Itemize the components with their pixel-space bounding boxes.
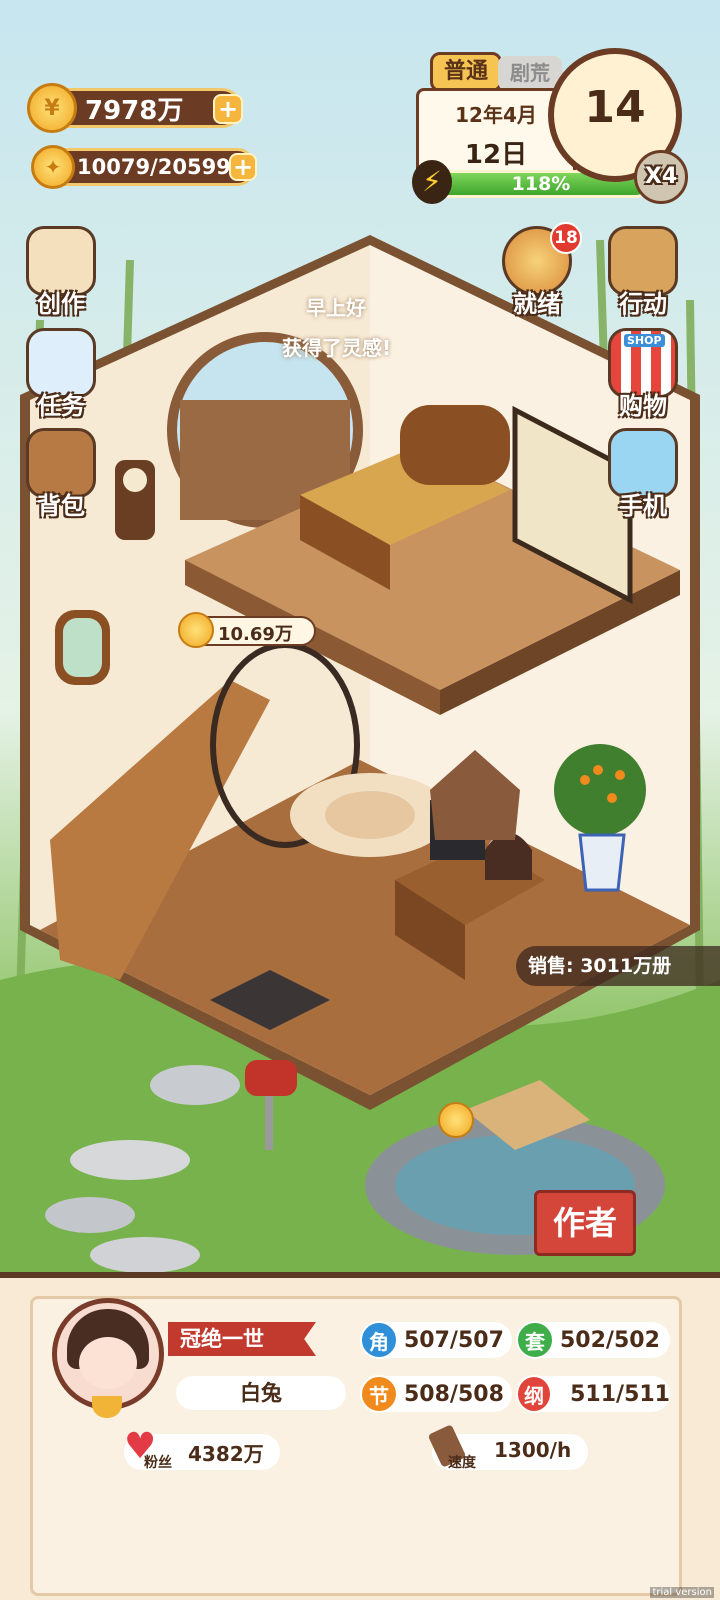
shop-button[interactable]: SHOP 购物 [600,328,686,420]
setting-value: 502/502 [560,1327,660,1353]
fans-label: 粉丝 [144,1455,172,1471]
phone-label: 手机 [619,492,667,520]
character-badge: 角 [360,1321,398,1359]
create-label: 创作 [37,290,85,318]
coin-icon [178,612,214,648]
ready-badge-count: 18 [554,228,578,248]
author-label: 作者 [552,1204,617,1242]
chapter-value: 508/508 [404,1381,504,1407]
coins-value: 7978万 [85,95,184,126]
create-button[interactable]: 创作 [18,226,104,318]
stat-setting: 套 502/502 [516,1321,670,1359]
stat-chapter: 节 508/508 [360,1375,512,1413]
lightbulb-icon: ✦ [31,145,75,189]
phone-button[interactable]: 手机 [600,428,686,520]
setting-badge: 套 [516,1321,554,1359]
coin-icon: ¥ [27,83,77,133]
chapter-badge: 节 [360,1375,398,1413]
speed-toggle[interactable]: X4 [634,150,688,204]
difficulty-label: 普通 [443,59,488,84]
inspiration-value: 10079/20599 [77,155,231,179]
profile-panel: 冠绝一世 白兔 角 507/507 套 502/502 节 508/508 纲 … [0,1272,720,1600]
outline-value: 511/511 [570,1381,670,1407]
author-button[interactable]: 作者 [534,1190,636,1256]
tasks-button[interactable]: 任务 [18,328,104,420]
outline-badge: 纲 [516,1375,553,1413]
speed-label: 速度 [448,1455,476,1471]
sales-text: 销售: 3011万册 [528,955,672,977]
ready-button[interactable]: 就绪 18 [494,222,582,318]
backpack-label: 背包 [37,492,85,520]
name-box: 白兔 [176,1376,346,1410]
title-text: 冠绝一世 [180,1327,264,1351]
calendar-panel[interactable]: 普通 剧荒 12年4月 12日 118% ⚡ 14 X4 [412,48,702,214]
greeting-text: 早上好 [306,296,366,320]
floating-coins-value: 10.69万 [218,624,293,645]
inspiration-bar: ✦ 10079/20599 + [31,145,257,189]
action-button[interactable]: 行动 [600,226,686,318]
lightning-icon: ⚡ [412,160,452,204]
fans-value: 4382万 [188,1442,264,1466]
speed-multiplier: X4 [644,164,678,189]
watermark-text: trial version [650,1587,714,1598]
fans-row: ♥ 粉丝 4382万 [124,1429,280,1471]
clock-number: 14 [584,82,646,133]
shop-label: 购物 [619,392,667,420]
pond-lightbulb-icon[interactable] [438,1102,474,1138]
stat-character: 角 507/507 [360,1321,512,1359]
stat-outline: 纲 511/511 [516,1375,670,1413]
character-value: 507/507 [404,1327,504,1353]
speed-row: 速度 1300/h [427,1424,588,1471]
tasks-label: 任务 [37,392,85,420]
backpack-button[interactable]: 背包 [18,428,104,520]
game-scene[interactable]: ¥ 7978万 + ✦ 10079/20599 + 普通 剧荒 12年4月 12… [0,0,720,1290]
coins-bar: ¥ 7978万 + [27,83,243,133]
sales-label: 销售: 3011万册 [516,946,720,986]
title-ribbon: 冠绝一世 [168,1322,316,1356]
add-coins-button[interactable]: + [213,94,243,124]
avatar[interactable] [52,1298,164,1410]
ready-badge: 18 [550,222,582,254]
hidden-tab[interactable]: 剧荒 [498,56,562,90]
hidden-tab-label: 剧荒 [510,61,550,85]
action-label: 行动 [619,290,667,318]
speed-value: 1300/h [494,1438,572,1462]
name-text: 白兔 [240,1381,282,1405]
add-inspiration-button[interactable]: + [229,153,257,181]
ready-label: 就绪 [513,290,561,318]
floating-coins-pill[interactable]: 10.69万 [178,612,316,648]
event-text: 获得了灵感! [282,336,392,360]
difficulty-tab[interactable]: 普通 [430,52,502,92]
shop-sign: SHOP [624,334,665,347]
